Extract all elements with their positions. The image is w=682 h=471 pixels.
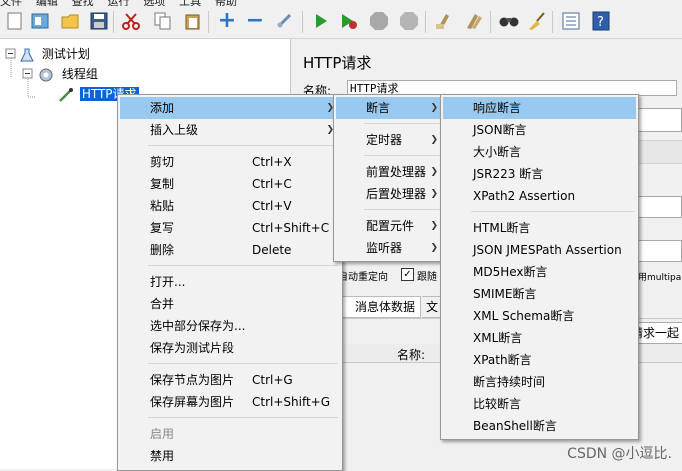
chevron-right-icon: ❯ xyxy=(430,189,438,199)
menu-item-save-as-fragment[interactable]: 保存为测试片段 xyxy=(120,337,340,359)
tree-node-test-plan[interactable]: 测试计划 xyxy=(20,45,90,63)
start-icon[interactable] xyxy=(310,10,332,32)
assertions-submenu: 响应断言 JSON断言 大小断言 JSR223 断言 XPath2 Assert… xyxy=(440,94,639,440)
panel-title: HTTP请求 xyxy=(303,54,372,72)
menu-item-timer[interactable]: 定时器 ❯ xyxy=(336,129,444,151)
menu-item-json-assertion[interactable]: JSON断言 xyxy=(443,119,636,141)
menu-item-jsr223-assertion[interactable]: JSR223 断言 xyxy=(443,163,636,185)
menu-item-compare-assertion[interactable]: 比较断言 xyxy=(443,393,636,415)
cut-icon[interactable] xyxy=(120,10,142,32)
gear-icon xyxy=(38,67,54,83)
menu-item-save-screen-image[interactable]: 保存屏幕为图片 Ctrl+Shift+G xyxy=(120,391,340,413)
menu-item-duration-assertion[interactable]: 断言持续时间 xyxy=(443,371,636,393)
tree-node-thread-group[interactable]: 线程组 xyxy=(38,65,98,83)
menu-item-assertions[interactable]: 断言 ❯ xyxy=(336,97,444,119)
tree-node-label: 线程组 xyxy=(61,67,98,81)
menu-item-config-element[interactable]: 配置元件 ❯ xyxy=(336,215,444,237)
auto-redirect-label: 自动重定向 xyxy=(338,272,388,283)
add-submenu: 断言 ❯ 定时器 ❯ 前置处理器 ❯ 后置处理器 ❯ 配置元件 ❯ 监听器 ❯ xyxy=(333,94,447,262)
context-menu: 添加 ❯ 插入上级 ❯ 剪切 Ctrl+X 复制 Ctrl+C 粘贴 Ctrl+V 复写 C… xyxy=(117,94,343,471)
watermark: CSDN @小逗比. xyxy=(567,446,672,462)
param-name-column: 名称: xyxy=(397,348,426,362)
templates-icon[interactable] xyxy=(30,10,52,32)
flask-icon xyxy=(20,48,34,62)
menu-item-md5hex-assertion[interactable]: MD5Hex断言 xyxy=(443,261,636,283)
menu-item-post-processors[interactable]: 后置处理器 ❯ xyxy=(336,183,444,205)
chevron-right-icon: ❯ xyxy=(430,167,438,177)
function-helper-icon[interactable] xyxy=(560,10,582,32)
menu-item-save-node-image[interactable]: 保存节点为图片 Ctrl+G xyxy=(120,369,340,391)
menu-item-disable[interactable]: 禁用 xyxy=(120,445,340,467)
save-icon[interactable] xyxy=(88,10,110,32)
menu-item-listener[interactable]: 监听器 ❯ xyxy=(336,237,444,259)
menu-item-pre-processors[interactable]: 前置处理器 ❯ xyxy=(336,161,444,183)
shutdown-icon[interactable] xyxy=(398,10,420,32)
menu-item-delete[interactable]: 删除 Delete xyxy=(120,239,340,261)
menu-item-merge[interactable]: 合并 xyxy=(120,293,340,315)
menu-item-xml-schema-assertion[interactable]: XML Schema断言 xyxy=(443,305,636,327)
search-icon[interactable] xyxy=(498,10,520,32)
menu-item-paste[interactable]: 粘贴 Ctrl+V xyxy=(120,195,340,217)
comment-input[interactable] xyxy=(636,108,682,132)
menu-item-json-jmespath-assertion[interactable]: JSON JMESPath Assertion xyxy=(443,239,636,261)
menu-item-insert-parent[interactable]: 插入上级 ❯ xyxy=(120,119,340,141)
svg-text:?: ? xyxy=(597,15,604,30)
menu-item-html-assertion[interactable]: HTML断言 xyxy=(443,217,636,239)
menu-item-xpath-assertion[interactable]: XPath断言 xyxy=(443,349,636,371)
menu-item-open[interactable]: 打开... xyxy=(120,271,340,293)
content-encoding-input[interactable] xyxy=(636,240,682,262)
chevron-right-icon: ❯ xyxy=(430,221,438,231)
menu-item-response-assertion[interactable]: 响应断言 xyxy=(443,97,636,119)
tree-node-label: 测试计划 xyxy=(41,47,90,61)
menu-item-xpath2-assertion[interactable]: XPath2 Assertion xyxy=(443,185,636,207)
clear-icon[interactable] xyxy=(432,10,454,32)
menu-item-save-selection[interactable]: 选中部分保存为... xyxy=(120,315,340,337)
stop-icon[interactable] xyxy=(368,10,390,32)
toolbar: + − ? xyxy=(0,6,682,39)
help-icon[interactable]: ? xyxy=(590,10,612,32)
menu-item-cut[interactable]: 剪切 Ctrl+X xyxy=(120,151,340,173)
menu-item-copy[interactable]: 复制 Ctrl+C xyxy=(120,173,340,195)
clear-all-icon[interactable] xyxy=(462,10,484,32)
multipart-label: 用multipa xyxy=(638,273,682,283)
follow-redirect-checkbox[interactable]: ✓ xyxy=(401,268,414,281)
reset-search-icon[interactable] xyxy=(526,10,548,32)
toggle-icon[interactable] xyxy=(274,10,296,32)
expand-icon[interactable]: + xyxy=(216,10,238,32)
copy-icon[interactable] xyxy=(152,10,174,32)
paste-icon[interactable] xyxy=(182,10,204,32)
menu-item-xml-assertion[interactable]: XML断言 xyxy=(443,327,636,349)
menu-item-beanshell-assertion[interactable]: BeanShell断言 xyxy=(443,415,636,437)
chevron-right-icon: ❯ xyxy=(430,135,438,145)
path-input[interactable] xyxy=(636,196,682,218)
collapse-icon[interactable]: − xyxy=(244,10,266,32)
open-icon[interactable] xyxy=(60,10,82,32)
tab-body-data[interactable]: 消息体数据 xyxy=(350,296,422,318)
start-no-pause-icon[interactable] xyxy=(338,10,360,32)
menu-item-smime-assertion[interactable]: SMIME断言 xyxy=(443,283,636,305)
pipette-icon xyxy=(58,87,74,103)
menu-item-duplicate[interactable]: 复写 Ctrl+Shift+C xyxy=(120,217,340,239)
menu-item-size-assertion[interactable]: 大小断言 xyxy=(443,141,636,163)
follow-redirect-label: 跟随 xyxy=(417,272,437,283)
new-icon[interactable] xyxy=(4,10,26,32)
chevron-right-icon: ❯ xyxy=(430,243,438,253)
menu-item-enable: 启用 xyxy=(150,427,175,441)
menu-item-add[interactable]: 添加 ❯ xyxy=(120,97,340,119)
chevron-right-icon: ❯ xyxy=(430,103,438,113)
section-header xyxy=(636,140,682,164)
